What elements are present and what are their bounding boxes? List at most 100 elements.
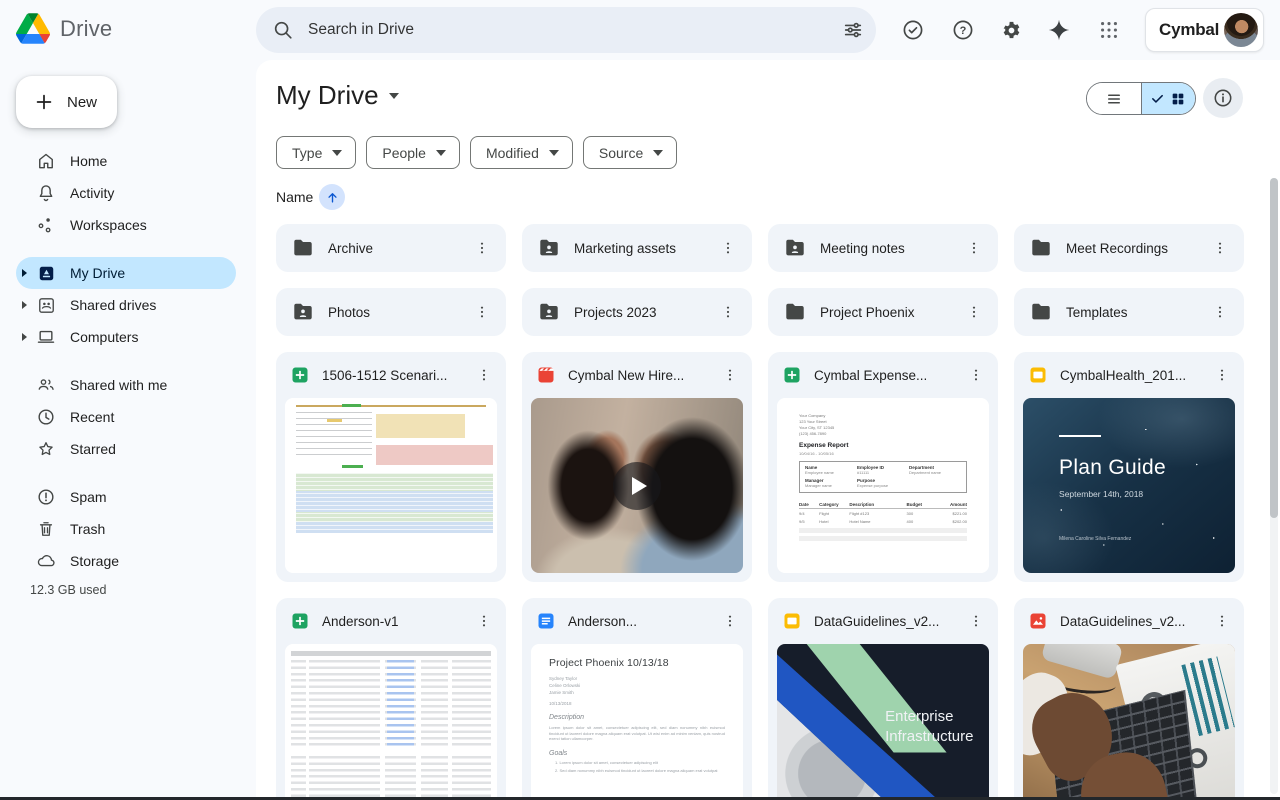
sidebar-item-activity[interactable]: Activity — [16, 177, 236, 209]
file-card-cymbalhealth-slides[interactable]: CymbalHealth_201... Plan Guide September… — [1014, 352, 1244, 582]
sidebar-item-home[interactable]: Home — [16, 145, 236, 177]
more-options-button[interactable] — [468, 359, 500, 391]
three-dots-icon — [720, 240, 736, 256]
folder-card-templates[interactable]: Templates — [1014, 288, 1244, 336]
sidebar-item-trash[interactable]: Trash — [16, 513, 236, 545]
file-card-scenarios-sheet[interactable]: 1506-1512 Scenari... — [276, 352, 506, 582]
my-drive-icon — [36, 263, 56, 283]
folder-card-marketing-assets[interactable]: Marketing assets — [522, 224, 752, 272]
more-options-button[interactable] — [712, 232, 744, 264]
filter-chip-source[interactable]: Source — [583, 136, 677, 169]
list-view-button[interactable] — [1087, 83, 1142, 114]
more-options-button[interactable] — [714, 359, 746, 391]
file-name: CymbalHealth_201... — [1060, 368, 1194, 383]
more-options-button[interactable] — [958, 232, 990, 264]
sidebar-item-shared-drives[interactable]: Shared drives — [16, 289, 236, 321]
more-options-button[interactable] — [466, 296, 498, 328]
more-options-button[interactable] — [958, 296, 990, 328]
three-dots-icon — [720, 304, 736, 320]
filter-chip-people[interactable]: People — [366, 136, 460, 169]
sidebar-item-recent[interactable]: Recent — [16, 401, 236, 433]
more-options-button[interactable] — [712, 296, 744, 328]
sidebar-item-storage[interactable]: Storage — [16, 545, 236, 577]
file-card-anderson-sheet[interactable]: Anderson-v1 — [276, 598, 506, 800]
folder-icon — [1030, 301, 1052, 323]
new-button[interactable]: New — [16, 76, 117, 128]
search-input[interactable] — [308, 21, 842, 39]
drive-logo[interactable]: Drive — [16, 13, 112, 44]
chevron-down-icon — [436, 150, 446, 156]
folder-card-meeting-notes[interactable]: Meeting notes — [768, 224, 998, 272]
file-card-anderson-doc[interactable]: Anderson... Project Phoenix 10/13/18 Syd… — [522, 598, 752, 800]
more-options-button[interactable] — [714, 605, 746, 637]
more-options-button[interactable] — [468, 605, 500, 637]
three-dots-icon — [1214, 367, 1230, 383]
apps-grid-icon — [1098, 19, 1120, 41]
three-dots-icon — [1212, 304, 1228, 320]
folder-card-meet-recordings[interactable]: Meet Recordings — [1014, 224, 1244, 272]
people-icon — [36, 375, 56, 395]
filter-chip-modified[interactable]: Modified — [470, 136, 573, 169]
view-toggle[interactable] — [1086, 82, 1196, 115]
folder-card-projects-2023[interactable]: Projects 2023 — [522, 288, 752, 336]
three-dots-icon — [966, 240, 982, 256]
sidebar-item-label: Shared drives — [70, 297, 156, 313]
more-options-button[interactable] — [960, 359, 992, 391]
search-bar[interactable] — [256, 7, 876, 53]
search-options-icon[interactable] — [842, 19, 864, 41]
grid-view-button[interactable] — [1142, 83, 1196, 114]
file-card-dataguidelines-slides[interactable]: DataGuidelines_v2... Enterprise Infrastr… — [768, 598, 998, 800]
filter-chip-type[interactable]: Type — [276, 136, 356, 169]
details-button[interactable] — [1203, 78, 1243, 118]
page-title[interactable]: My Drive — [276, 80, 399, 111]
sort-direction-button[interactable] — [319, 184, 345, 210]
avatar[interactable] — [1224, 13, 1258, 47]
more-options-button[interactable] — [1204, 296, 1236, 328]
expand-arrow-icon[interactable] — [22, 269, 27, 277]
help-button[interactable]: ? — [943, 10, 983, 50]
sidebar-item-computers[interactable]: Computers — [16, 321, 236, 353]
sidebar-item-starred[interactable]: Starred — [16, 433, 236, 465]
sidebar-item-label: My Drive — [70, 265, 125, 281]
scrollbar[interactable] — [1270, 178, 1278, 794]
sidebar-item-workspaces[interactable]: Workspaces — [16, 209, 236, 241]
file-card-dataguidelines-image[interactable]: DataGuidelines_v2... — [1014, 598, 1244, 800]
document-preview: Project Phoenix 10/13/18 Sydney Taylor C… — [531, 644, 743, 800]
folder-card-archive[interactable]: Archive — [276, 224, 506, 272]
more-options-button[interactable] — [1206, 359, 1238, 391]
sort-label: Name — [273, 189, 313, 205]
settings-button[interactable] — [991, 10, 1031, 50]
section-heading: Goals — [549, 750, 725, 757]
play-button[interactable] — [613, 462, 661, 510]
storage-used-label: 12.3 GB used — [30, 583, 106, 597]
scrollbar-thumb[interactable] — [1270, 178, 1278, 518]
more-options-button[interactable] — [1204, 232, 1236, 264]
sidebar-item-spam[interactable]: Spam — [16, 481, 236, 513]
sidebar-item-label: Home — [70, 153, 107, 169]
file-name: Cymbal Expense... — [814, 368, 948, 383]
more-options-button[interactable] — [466, 232, 498, 264]
sidebar-item-label: Workspaces — [70, 217, 147, 233]
file-name: Anderson-v1 — [322, 614, 456, 629]
folder-card-photos[interactable]: Photos — [276, 288, 506, 336]
sort-control[interactable]: Name — [273, 184, 345, 210]
gemini-button[interactable] — [1039, 10, 1079, 50]
file-card-new-hire-video[interactable]: Cymbal New Hire... — [522, 352, 752, 582]
sidebar-item-shared-with-me[interactable]: Shared with me — [16, 369, 236, 401]
drive-triangle-icon — [16, 13, 50, 44]
account-chip[interactable]: Cymbal — [1145, 8, 1264, 52]
more-options-button[interactable] — [1206, 605, 1238, 637]
folder-icon — [1030, 237, 1052, 259]
expand-arrow-icon[interactable] — [22, 333, 27, 341]
help-icon: ? — [951, 18, 975, 42]
grid-view-icon — [1170, 91, 1186, 107]
document-preview: Your Company 123 Your Street Your City, … — [777, 398, 989, 573]
home-icon — [36, 151, 56, 171]
more-options-button[interactable] — [960, 605, 992, 637]
folder-card-project-phoenix[interactable]: Project Phoenix — [768, 288, 998, 336]
expand-arrow-icon[interactable] — [22, 301, 27, 309]
offline-status-button[interactable] — [893, 10, 933, 50]
apps-grid-button[interactable] — [1089, 10, 1129, 50]
sidebar-item-my-drive[interactable]: My Drive — [16, 257, 236, 289]
file-card-expense-sheet[interactable]: Cymbal Expense... Your Company 123 Your … — [768, 352, 998, 582]
